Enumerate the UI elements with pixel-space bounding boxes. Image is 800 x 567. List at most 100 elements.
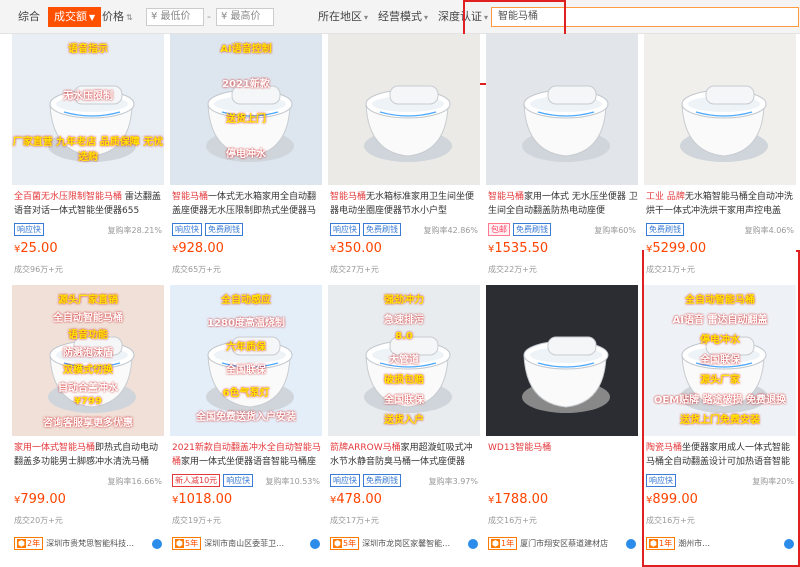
image-overlay-text: 防溅泡沫盾 — [63, 347, 113, 359]
shop-row[interactable]: ⬢ 2年 深圳市贵梵思智能科技… — [12, 536, 164, 552]
service-tag: 免费刷钱 — [205, 223, 243, 236]
product-price: ¥1535.50 — [488, 241, 549, 256]
service-tag: 新人减10元 — [172, 474, 221, 487]
image-overlay-text: 停电冲水 — [226, 149, 266, 160]
image-overlay-text: 自动合盖冲水 — [58, 382, 118, 394]
product-price: ¥350.00 — [330, 241, 382, 256]
image-overlay-text: 2021新款 — [222, 79, 270, 90]
service-tag: 响应快 — [330, 474, 360, 487]
turnover: 成交17万+元 — [330, 516, 379, 525]
image-overlay-text: OEM贴牌 路途破损 免费退换 — [653, 395, 787, 406]
image-overlay-text: 厂家直营 九年老店 品质保障 无忧选购 — [12, 137, 164, 164]
image-overlay-text: 1280度高温烧制 — [207, 318, 285, 330]
region-filter[interactable]: 所在地区 ▾ — [318, 8, 368, 26]
product-title[interactable]: 2021新款自动翻盖冲水全自动智能马桶家用一体式坐便器语音智能马桶座便器马桶 — [172, 441, 322, 469]
product-card[interactable]: 全自动感应 1280度高温烧制 六年质保全国联保 6色气泵灯全国免费送货入户安装 202… — [170, 285, 322, 550]
image-overlay-text: 全自动智能马桶 — [685, 295, 755, 306]
image-overlay-text: 六年质保 — [226, 341, 266, 353]
chevron-down-icon: ▾ — [364, 13, 369, 22]
chat-icon[interactable] — [468, 539, 478, 549]
sort-price-tab[interactable]: 价格 ⇅ — [102, 8, 133, 26]
image-overlay-text: 全国免费送货入户安装 — [196, 411, 296, 423]
shop-row[interactable]: ⬢ 1年 厦门市翔安区蔡道建材店 — [486, 536, 638, 552]
business-mode-filter[interactable]: 经营模式 ▾ — [378, 8, 428, 26]
product-price: ¥1018.00 — [172, 492, 233, 507]
filter-toolbar: 综合 成交额 ▼ 价格 ⇅ ¥ 最低价 - ¥ 最高价 所在地区 ▾ 经营模式 ▾ 深度… — [0, 0, 800, 34]
shop-name[interactable]: 深圳市贵梵思智能科技… — [46, 539, 134, 548]
product-title[interactable]: 陶瓷马桶坐便器家用成人一体式智能马桶全自动翻盖设计可加热语音智能马桶 — [646, 441, 796, 469]
image-overlay-text: 6色气泵灯 — [222, 388, 270, 400]
service-tag: 响应快 — [172, 223, 202, 236]
product-tags: 响应快 免费刷钱 — [172, 223, 322, 237]
product-card[interactable]: 强劲冲力 急速排污 8.0 大管道 破损包赔 全国联保 送货入户 箭牌ARROW马桶家用超漩虹… — [328, 285, 480, 550]
image-overlay-text: 全自动感应 — [221, 295, 271, 306]
image-overlay-text: ¥799 — [74, 396, 102, 407]
repurchase-rate: 复购率3.97% — [428, 477, 478, 486]
turnover: 成交21万+元 — [646, 265, 695, 274]
image-overlay-text: 送货上门免费安装 — [680, 415, 760, 426]
shop-row[interactable]: ⬢ 1年 潮州市… — [644, 536, 796, 552]
image-overlay-text: 强劲冲力 — [384, 295, 424, 306]
product-title[interactable]: 智能马桶一体式无水箱家用全自动翻盖座便器无水压限制即热式坐便器马桶 — [172, 190, 322, 218]
repurchase-rate: 复购率4.06% — [744, 226, 794, 235]
repurchase-rate: 复购率10.53% — [265, 477, 320, 486]
product-title[interactable]: 全百菌无水压限制智能马桶 雷达翻盖语音对话一体式智能坐便器655 — [14, 190, 164, 218]
shop-name[interactable]: 深圳市南山区委菲卫… — [204, 539, 284, 548]
years-badge: ⬢5年 — [172, 537, 202, 550]
product-tags — [488, 474, 638, 488]
product-card[interactable]: 工业 品牌无水箱智能马桶全自动冲洗烘干一体式冲洗烘干家用声控电盖免费刷钱 复购率4… — [644, 34, 796, 299]
product-title[interactable]: 箭牌ARROW马桶家用超漩虹吸式冲水节水静音防臭马桶一体式座便器 — [330, 441, 480, 469]
product-card[interactable]: 源头厂家直销 全自动智能马桶 语音功能 防溅泡沫盾 双模式切换 自动合盖冲水 ¥799 咨询客… — [12, 285, 164, 550]
shop-name[interactable]: 厦门市翔安区蔡道建材店 — [520, 539, 608, 548]
product-card[interactable]: 语音指示 无水压限制 厂家直营 九年老店 品质保障 无忧选购 全百菌无水压限制智能马桶… — [12, 34, 164, 299]
image-overlay-text: 全自动智能马桶 — [53, 312, 123, 324]
shop-row[interactable]: ⬢ 5年 深圳市龙岗区家馨智能… — [328, 536, 480, 552]
product-card[interactable]: AI语音控制 2021新款 送货上门 停电冲水 智能马桶一体式无水箱家用全自动翻盖座便器… — [170, 34, 322, 299]
product-card[interactable]: 全自动智能马桶 AI语音 雷达自动翻盖 停电冲水 全国联保 源头厂家 OEM贴牌 路途破损… — [644, 285, 796, 550]
product-title[interactable]: 智能马桶家用一体式 无水压坐便器 卫生间全自动翻盖防热电动座便 — [488, 190, 638, 218]
shop-row[interactable]: ⬢ 5年 深圳市南山区委菲卫… — [170, 536, 322, 552]
chat-icon[interactable] — [310, 539, 320, 549]
image-overlay-text: 大管道 — [389, 355, 419, 366]
price-separator: - — [207, 10, 211, 23]
turnover: 成交16万+元 — [488, 516, 537, 525]
image-overlay-text: 语音功能 — [68, 330, 108, 341]
sort-arrows-icon: ⇅ — [126, 13, 133, 22]
service-tag: 免费刷钱 — [646, 223, 684, 236]
image-overlay-text: 8.0 — [395, 331, 413, 342]
product-card[interactable]: 智能马桶无水箱标准家用卫生间坐便器电动坐圈座便器节水小户型 响应快 免费刷钱 复购率4… — [328, 34, 480, 299]
service-tag: 包邮 — [488, 223, 510, 236]
product-price: ¥899.00 — [646, 492, 698, 507]
product-price: ¥928.00 — [172, 241, 224, 256]
shop-name[interactable]: 潮州市… — [678, 539, 710, 548]
product-title[interactable]: 智能马桶无水箱标准家用卫生间坐便器电动坐圈座便器节水小户型 — [330, 190, 480, 218]
min-price-input[interactable]: ¥ 最低价 — [146, 8, 204, 26]
repurchase-rate: 复购率28.21% — [107, 226, 162, 235]
chat-icon[interactable] — [152, 539, 162, 549]
years-badge: ⬢1年 — [646, 537, 676, 550]
chat-icon[interactable] — [626, 539, 636, 549]
image-overlay-text: 双模式切换 — [63, 365, 113, 376]
max-price-input[interactable]: ¥ 最高价 — [216, 8, 274, 26]
sort-default-tab[interactable]: 综合 — [18, 8, 40, 26]
product-title[interactable]: 家用一体式智能马桶即热式自动电动翻盖多功能男士脚感冲水清洗马桶 — [14, 441, 164, 469]
product-card[interactable]: WD13智能马桶 ¥1788.00 成交16万+元 ⬢ 1年 厦门市翔安区蔡道建材店 — [486, 285, 638, 550]
image-overlay-text: 急速排污 — [384, 315, 424, 326]
image-overlay-text: 停电冲水 — [700, 335, 740, 346]
shop-name[interactable]: 深圳市龙岗区家馨智能… — [362, 539, 450, 548]
image-overlay-text: 源头厂家 — [700, 375, 740, 386]
chat-icon[interactable] — [784, 539, 794, 549]
years-badge: ⬢1年 — [488, 537, 518, 550]
image-overlay-text: 破损包赔 — [384, 375, 424, 386]
image-overlay-text: 全国联保 — [226, 365, 266, 376]
turnover: 成交22万+元 — [488, 265, 537, 274]
image-overlay-text: 无水压限制 — [63, 90, 113, 102]
service-tag: 响应快 — [14, 223, 44, 236]
image-overlay-text: 全国联保 — [700, 355, 740, 366]
sort-turnover-tab[interactable]: 成交额 ▼ — [48, 7, 102, 27]
product-title[interactable]: 工业 品牌无水箱智能马桶全自动冲洗烘干一体式冲洗烘干家用声控电盖 — [646, 190, 796, 218]
chevron-down-icon: ▾ — [424, 13, 429, 22]
image-overlay-text: 送货入户 — [384, 415, 424, 426]
product-title[interactable]: WD13智能马桶 — [488, 441, 638, 469]
product-card[interactable]: 智能马桶家用一体式 无水压坐便器 卫生间全自动翻盖防热电动座便 包邮 免费刷钱 复购率… — [486, 34, 638, 299]
